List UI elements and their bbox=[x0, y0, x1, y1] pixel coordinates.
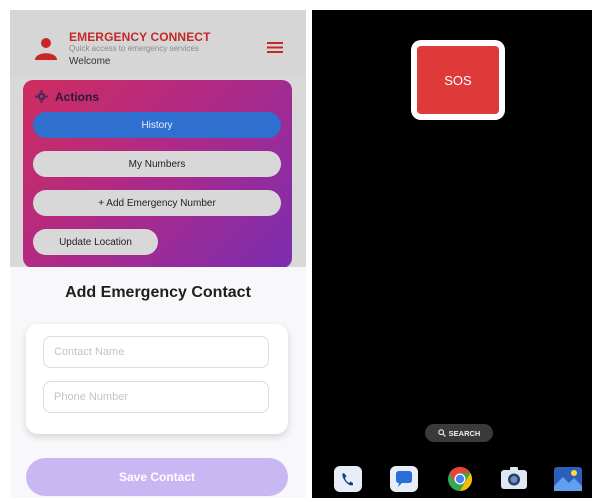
add-contact-sheet: Add Emergency Contact Save Contact bbox=[10, 267, 306, 498]
app-subtitle: Quick access to emergency services bbox=[69, 44, 199, 53]
my-numbers-button[interactable]: My Numbers bbox=[33, 151, 281, 177]
search-icon bbox=[437, 429, 446, 437]
save-contact-button[interactable]: Save Contact bbox=[26, 458, 288, 496]
welcome-text: Welcome bbox=[69, 56, 111, 67]
home-screen: SOS SEARCH bbox=[312, 10, 592, 498]
gear-icon bbox=[35, 90, 48, 103]
sos-widget: SOS bbox=[411, 40, 505, 120]
chrome-icon[interactable] bbox=[446, 466, 474, 492]
phone-icon[interactable] bbox=[334, 466, 362, 492]
contact-name-input[interactable] bbox=[43, 336, 269, 368]
search-button[interactable]: SEARCH bbox=[425, 424, 493, 442]
app-header: EMERGENCY CONNECT Quick access to emerge… bbox=[10, 10, 306, 78]
contact-form-card bbox=[26, 324, 288, 434]
hamburger-menu-icon[interactable] bbox=[267, 42, 283, 53]
phone-number-input[interactable] bbox=[43, 381, 269, 413]
search-label: SEARCH bbox=[448, 428, 481, 438]
app-title: EMERGENCY CONNECT bbox=[69, 30, 211, 44]
sheet-title: Add Emergency Contact bbox=[65, 284, 251, 301]
sos-button[interactable]: SOS bbox=[417, 46, 499, 114]
messages-icon[interactable] bbox=[390, 466, 418, 492]
update-location-button[interactable]: Update Location bbox=[33, 229, 158, 255]
camera-icon[interactable] bbox=[500, 466, 528, 492]
gallery-icon[interactable] bbox=[554, 466, 582, 492]
actions-title: Actions bbox=[55, 90, 100, 104]
actions-panel: Actions History My Numbers + Add Emergen… bbox=[23, 80, 292, 268]
history-button[interactable]: History bbox=[33, 112, 281, 138]
add-emergency-number-button[interactable]: + Add Emergency Number bbox=[33, 190, 281, 216]
emergency-app-screen: EMERGENCY CONNECT Quick access to emerge… bbox=[10, 10, 306, 498]
user-icon bbox=[35, 38, 57, 60]
